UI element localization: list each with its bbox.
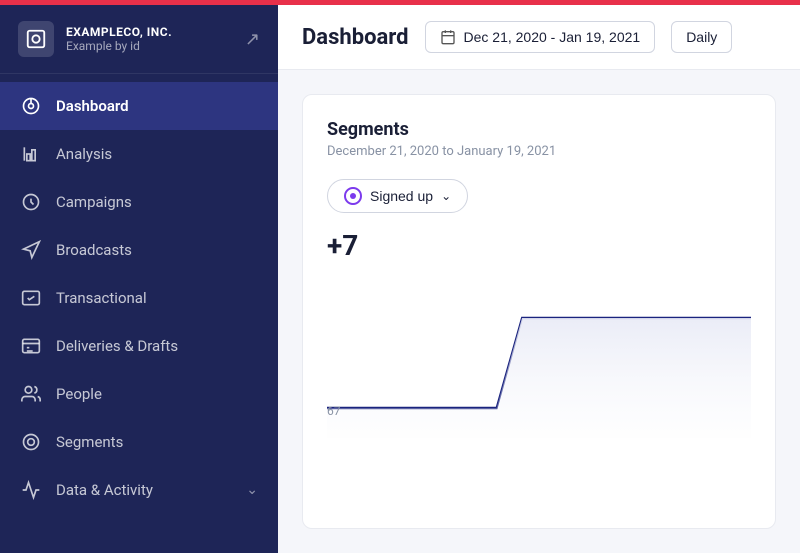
card-title: Segments xyxy=(327,119,751,140)
sidebar-item-people[interactable]: People xyxy=(0,370,278,418)
date-range-button[interactable]: Dec 21, 2020 - Jan 19, 2021 xyxy=(425,21,656,53)
segment-dot-icon xyxy=(344,187,362,205)
segment-dropdown-button[interactable]: Signed up ⌄ xyxy=(327,179,468,213)
sidebar-item-broadcasts[interactable]: Broadcasts xyxy=(0,226,278,274)
cursor-icon: ↗ xyxy=(245,29,260,50)
sidebar-item-label: Broadcasts xyxy=(56,241,258,259)
analysis-icon xyxy=(20,143,42,165)
granularity-label: Daily xyxy=(686,29,717,45)
sidebar-item-analysis[interactable]: Analysis xyxy=(0,130,278,178)
chevron-down-icon: ⌄ xyxy=(246,482,258,498)
card-subtitle: December 21, 2020 to January 19, 2021 xyxy=(327,144,751,159)
sidebar-item-transactional[interactable]: Transactional xyxy=(0,274,278,322)
sidebar: EXAMPLECO, INC. Example by id ↗ Dashboar… xyxy=(0,5,278,553)
campaigns-icon xyxy=(20,191,42,213)
main-content: Dashboard Dec 21, 2020 - Jan 19, 2021 Da… xyxy=(278,5,800,553)
granularity-button[interactable]: Daily xyxy=(671,21,732,53)
org-logo xyxy=(18,21,54,57)
sidebar-item-deliveries[interactable]: Deliveries & Drafts xyxy=(0,322,278,370)
sidebar-item-campaigns[interactable]: Campaigns xyxy=(0,178,278,226)
data-activity-icon xyxy=(20,479,42,501)
calendar-icon xyxy=(440,29,456,45)
sidebar-item-dashboard[interactable]: Dashboard xyxy=(0,82,278,130)
date-range-label: Dec 21, 2020 - Jan 19, 2021 xyxy=(464,29,641,45)
sidebar-item-label: People xyxy=(56,385,258,403)
org-sub: Example by id xyxy=(66,39,233,53)
sidebar-nav: Dashboard Analysis xyxy=(0,74,278,553)
metric-value: +7 xyxy=(327,229,751,262)
org-info: EXAMPLECO, INC. Example by id xyxy=(66,25,233,53)
sidebar-header: EXAMPLECO, INC. Example by id ↗ xyxy=(0,5,278,74)
page-title: Dashboard xyxy=(302,25,409,50)
sidebar-item-data-activity[interactable]: Data & Activity ⌄ xyxy=(0,466,278,514)
people-icon xyxy=(20,383,42,405)
org-name: EXAMPLECO, INC. xyxy=(66,25,233,39)
sidebar-item-label: Segments xyxy=(56,433,258,451)
dashboard-icon xyxy=(20,95,42,117)
segment-label: Signed up xyxy=(370,188,433,204)
segments-icon xyxy=(20,431,42,453)
chart-y-label: 67 xyxy=(327,404,341,418)
chevron-down-icon: ⌄ xyxy=(441,189,451,203)
transactional-icon xyxy=(20,287,42,309)
sidebar-item-label: Dashboard xyxy=(56,97,258,115)
sidebar-item-label: Analysis xyxy=(56,145,258,163)
broadcasts-icon xyxy=(20,239,42,261)
deliveries-icon xyxy=(20,335,42,357)
sidebar-item-segments[interactable]: Segments xyxy=(0,418,278,466)
sidebar-item-label: Deliveries & Drafts xyxy=(56,337,258,355)
segments-card: Segments December 21, 2020 to January 19… xyxy=(302,94,776,529)
main-body: Segments December 21, 2020 to January 19… xyxy=(278,70,800,553)
sidebar-item-label: Transactional xyxy=(56,289,258,307)
chart-area: 67 xyxy=(327,278,751,438)
chart-svg xyxy=(327,278,751,438)
sidebar-item-label: Data & Activity xyxy=(56,481,232,499)
main-header: Dashboard Dec 21, 2020 - Jan 19, 2021 Da… xyxy=(278,5,800,70)
sidebar-item-label: Campaigns xyxy=(56,193,258,211)
